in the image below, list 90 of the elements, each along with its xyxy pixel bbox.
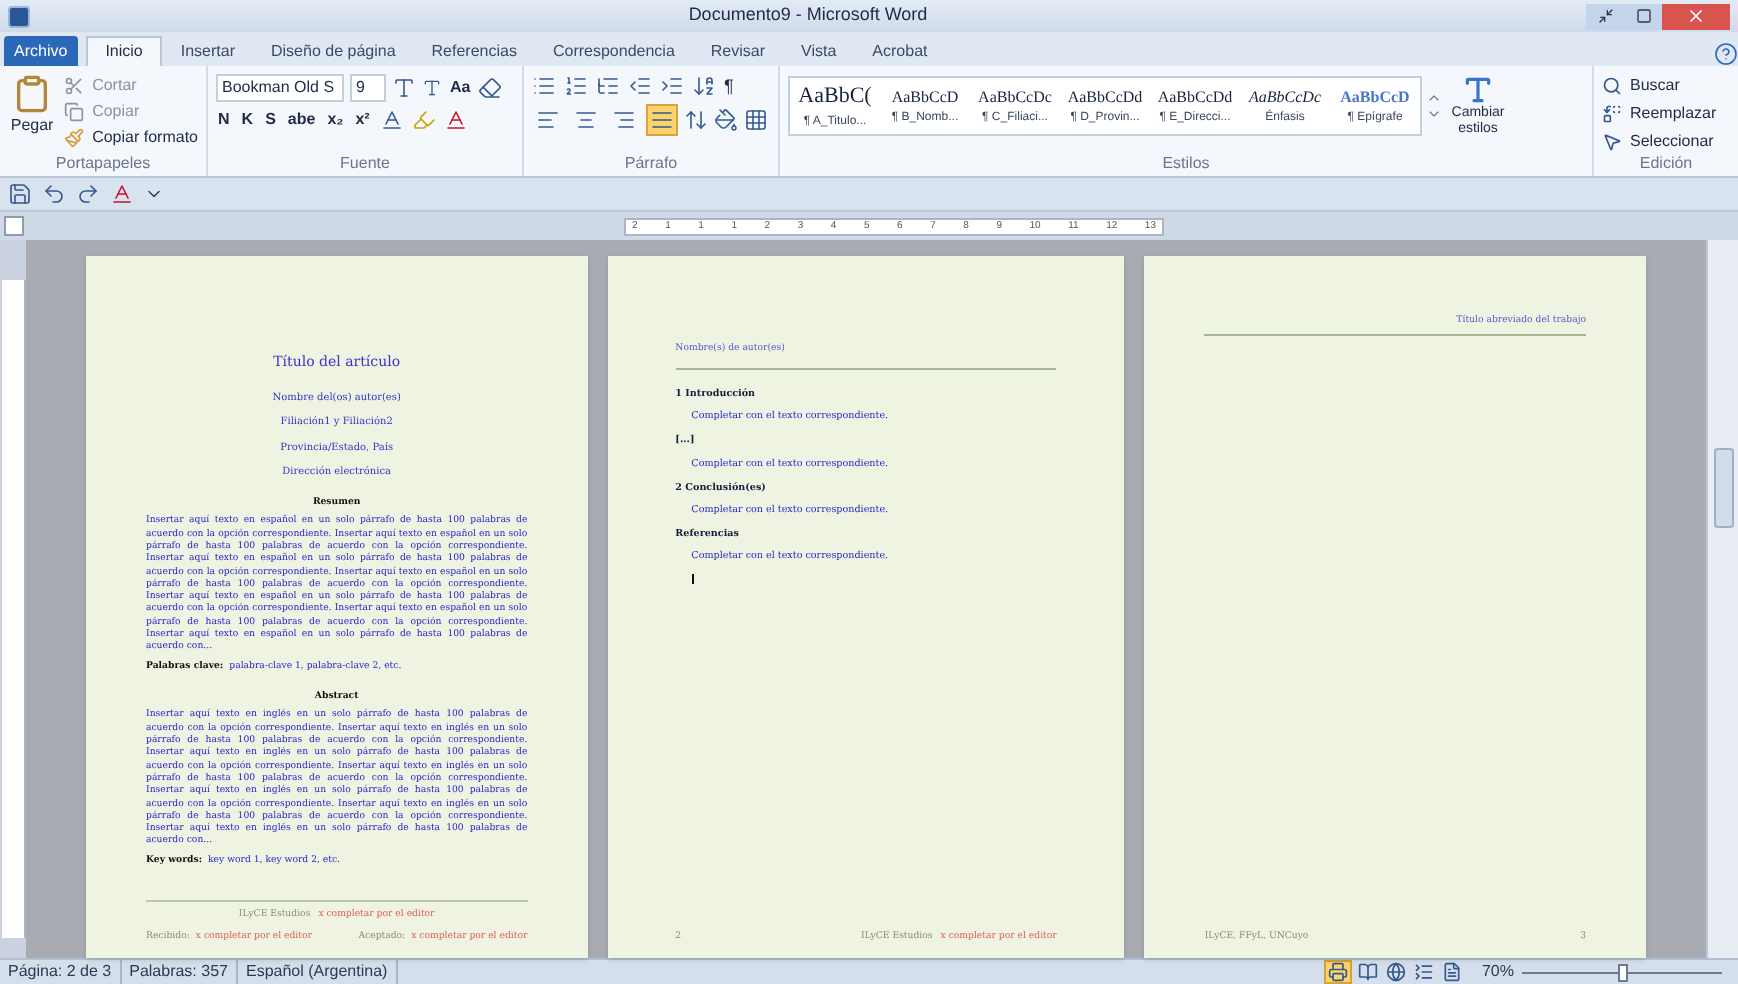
font-size-field[interactable]: 9 [350, 74, 386, 102]
align-button[interactable] [646, 104, 678, 136]
copy-icon [64, 102, 85, 122]
word-logo-icon [8, 5, 30, 27]
replace-button[interactable]: Reemplazar [1602, 102, 1730, 126]
clear-format-icon[interactable] [478, 76, 503, 100]
group-label: Fuente [340, 156, 390, 172]
zoom-thumb[interactable] [1618, 963, 1628, 981]
word-count: Palabras: 357 [121, 960, 238, 984]
align-icon [536, 108, 560, 132]
font-color-icon[interactable] [443, 108, 468, 132]
format-button[interactable]: K [239, 112, 256, 128]
scroll-down-icon[interactable] [1426, 106, 1442, 122]
vertical-scrollbar[interactable] [1706, 240, 1738, 958]
view-icon [1413, 962, 1434, 982]
text-cursor [691, 573, 695, 583]
group-label: Edición [1639, 156, 1693, 172]
align-icon [612, 108, 636, 132]
view-button[interactable] [1355, 962, 1380, 982]
shrink-font-icon[interactable] [422, 78, 442, 98]
view-icon [1441, 962, 1462, 982]
grow-font-icon[interactable] [392, 76, 416, 100]
view-button[interactable] [1383, 962, 1408, 982]
decrease-indent-icon[interactable] [628, 74, 652, 98]
minimize-button[interactable] [1586, 3, 1626, 29]
text-effect-icon[interactable] [379, 108, 404, 132]
ribbon-tab[interactable]: Correspondencia [534, 36, 693, 66]
paintbrush-icon [64, 128, 85, 148]
clipboard-icon [12, 74, 53, 114]
find-button[interactable]: Buscar [1602, 74, 1730, 98]
paste-button[interactable]: Pegar [8, 74, 57, 150]
view-icon [1385, 962, 1406, 982]
styles-icon [1462, 74, 1494, 106]
undo-icon[interactable] [42, 182, 66, 206]
zoom-level: 70% [1481, 960, 1514, 984]
sort-icon[interactable] [692, 74, 716, 98]
shading-icon[interactable] [714, 108, 738, 132]
view-button[interactable] [1439, 962, 1464, 982]
ribbon-tab[interactable]: Referencias [413, 36, 535, 66]
help-icon[interactable] [1714, 42, 1738, 66]
borders-icon[interactable] [744, 108, 768, 132]
ribbon-tab[interactable]: Insertar [162, 36, 253, 66]
format-button[interactable]: x₂ [325, 112, 346, 128]
group-label: Estilos [1162, 156, 1210, 172]
search-icon [1602, 76, 1622, 96]
language: Español (Argentina) [237, 960, 398, 984]
group-label: Portapapeles [55, 156, 151, 172]
font-name-field[interactable]: Bookman Old S [216, 74, 344, 102]
maximize-icon [1636, 8, 1652, 24]
increase-indent-icon[interactable] [660, 74, 684, 98]
view-button[interactable] [1323, 960, 1352, 984]
ribbon-tab[interactable]: Inicio [85, 36, 163, 66]
change-case-button[interactable]: Aa [448, 76, 473, 100]
view-icon [1357, 962, 1378, 982]
page-count: Página: 2 de 3 [0, 960, 122, 984]
zoom-slider[interactable] [1522, 963, 1722, 981]
file-tab[interactable]: Archivo [4, 36, 78, 66]
scroll-up-icon[interactable] [1426, 90, 1442, 106]
font-color-icon[interactable] [110, 182, 134, 206]
close-icon [1686, 6, 1706, 26]
minimize-icon [1598, 8, 1614, 24]
maximize-button[interactable] [1626, 3, 1662, 29]
redo-icon[interactable] [76, 182, 100, 206]
view-icon [1327, 962, 1348, 982]
ribbon-tab[interactable]: Acrobat [854, 36, 946, 66]
ribbon-tab[interactable]: Vista [783, 36, 855, 66]
format-button[interactable]: N [216, 112, 232, 128]
save-icon[interactable] [8, 182, 32, 206]
scroll-thumb[interactable] [1713, 448, 1733, 528]
show-marks-button[interactable]: ¶ [724, 77, 734, 95]
align-icon [650, 108, 674, 132]
select-button[interactable]: Seleccionar [1602, 130, 1730, 154]
scissors-icon [64, 76, 85, 96]
format-button[interactable]: S [263, 112, 278, 128]
tab-selector-icon[interactable] [4, 216, 24, 236]
ribbon-tab[interactable]: Diseño de página [253, 36, 414, 66]
format-button[interactable]: x² [353, 112, 372, 128]
numbering-icon[interactable] [564, 74, 588, 98]
close-button[interactable] [1662, 3, 1730, 29]
line-spacing-icon[interactable] [684, 108, 708, 132]
ribbon-tab[interactable]: Revisar [692, 36, 784, 66]
group-label: Párrafo [624, 156, 678, 172]
format-painter-button[interactable]: Copiar formato [64, 126, 198, 150]
pointer-icon [1602, 132, 1622, 152]
format-button[interactable]: abe [285, 112, 318, 128]
replace-icon [1602, 104, 1622, 124]
view-button[interactable] [1411, 962, 1436, 982]
multilevel-list-icon[interactable] [596, 74, 620, 98]
window-title: Documento9 - Microsoft Word [686, 2, 930, 29]
align-icon [574, 108, 598, 132]
